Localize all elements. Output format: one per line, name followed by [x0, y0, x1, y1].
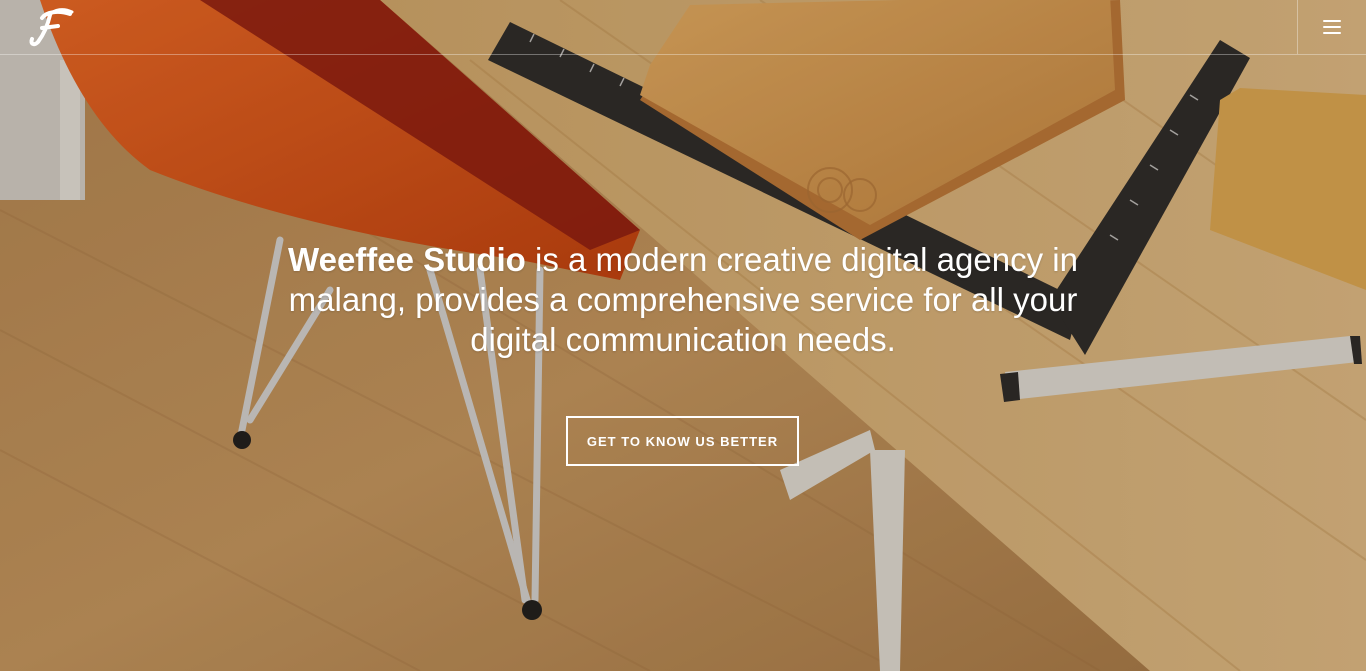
- studio-name: Weeffee Studio: [288, 241, 526, 278]
- hamburger-menu-icon: [1323, 20, 1341, 34]
- top-navigation-bar: [0, 0, 1366, 55]
- hero-section: Weeffee Studio is a modern creative digi…: [0, 0, 1366, 671]
- script-f-logo-icon[interactable]: [28, 6, 76, 48]
- menu-button[interactable]: [1298, 0, 1366, 54]
- hero-tagline: Weeffee Studio is a modern creative digi…: [283, 240, 1083, 360]
- get-to-know-us-button[interactable]: GET TO KNOW US BETTER: [566, 416, 799, 466]
